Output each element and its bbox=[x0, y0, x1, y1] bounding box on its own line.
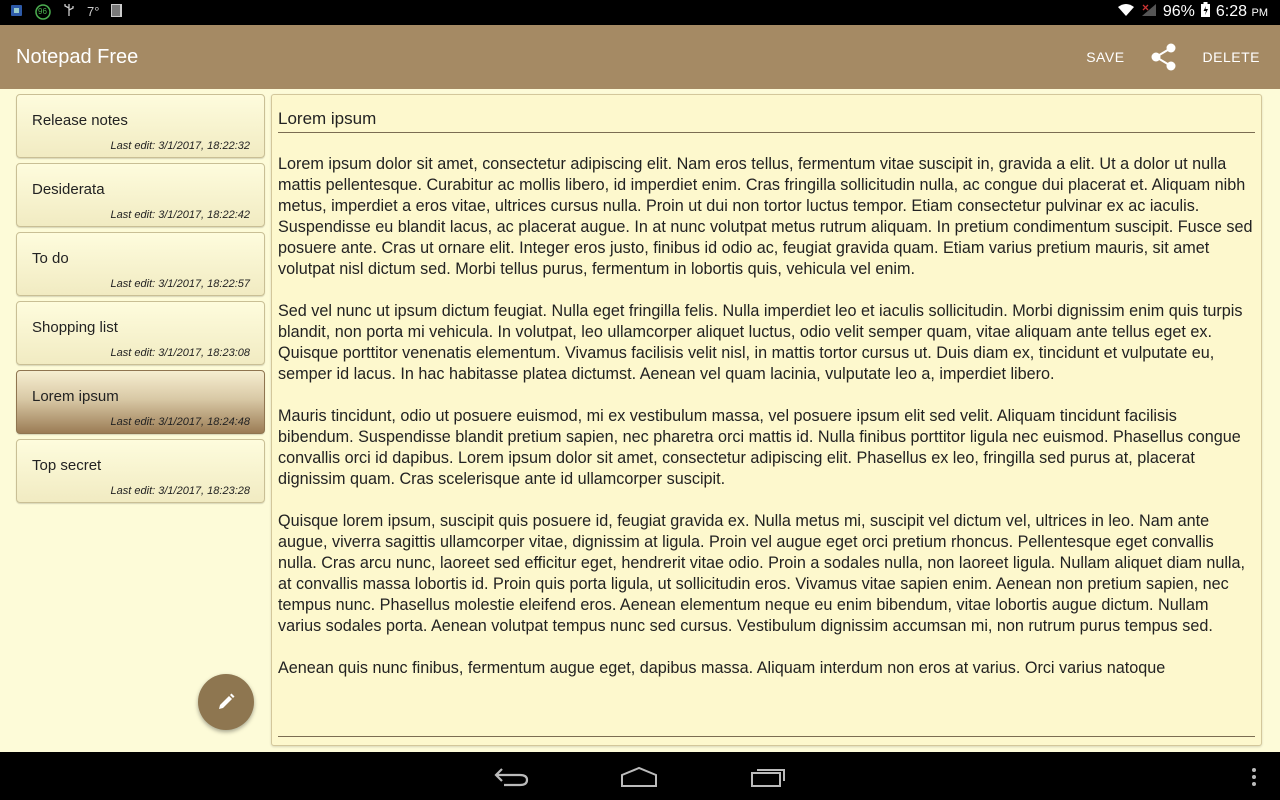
list-item[interactable]: Desiderata Last edit: 3/1/2017, 18:22:42 bbox=[16, 163, 265, 227]
back-button[interactable] bbox=[494, 766, 530, 793]
paragraph: Quisque lorem ipsum, suscipit quis posue… bbox=[278, 512, 1246, 635]
status-bar: 96 7° 96% 6:28 PM bbox=[0, 0, 1280, 25]
usb-icon bbox=[63, 3, 75, 20]
recent-apps-icon bbox=[751, 769, 785, 787]
note-title: Shopping list bbox=[32, 319, 118, 336]
clock: 6:28 PM bbox=[1215, 3, 1268, 20]
notes-list: Release notes Last edit: 3/1/2017, 18:22… bbox=[16, 94, 265, 508]
note-date: Last edit: 3/1/2017, 18:24:48 bbox=[110, 416, 250, 428]
note-title: Top secret bbox=[32, 457, 102, 474]
note-editor: Lorem ipsum Lorem ipsum dolor sit amet, … bbox=[271, 94, 1262, 746]
note-body-input[interactable]: Lorem ipsum dolor sit amet, consectetur … bbox=[278, 154, 1255, 734]
battery-percent: 96% bbox=[1162, 3, 1195, 20]
note-date: Last edit: 3/1/2017, 18:22:42 bbox=[110, 209, 250, 221]
note-title-input[interactable]: Lorem ipsum bbox=[278, 109, 1255, 133]
list-item-selected[interactable]: Lorem ipsum Last edit: 3/1/2017, 18:24:4… bbox=[16, 370, 265, 434]
note-date: Last edit: 3/1/2017, 18:22:32 bbox=[110, 140, 250, 152]
temperature-text: 7° bbox=[87, 4, 100, 19]
home-button[interactable] bbox=[620, 766, 658, 793]
list-item[interactable]: Release notes Last edit: 3/1/2017, 18:22… bbox=[16, 94, 265, 158]
body-underline bbox=[278, 736, 1255, 737]
battery-icon bbox=[1200, 2, 1210, 22]
overflow-menu-button[interactable] bbox=[1250, 767, 1258, 792]
note-title: Desiderata bbox=[32, 181, 105, 198]
paragraph: Mauris tincidunt, odio ut posuere euismo… bbox=[278, 407, 1241, 488]
share-button[interactable] bbox=[1151, 43, 1177, 71]
home-icon bbox=[621, 766, 657, 787]
paragraph: Lorem ipsum dolor sit amet, consectetur … bbox=[278, 155, 1253, 278]
back-icon bbox=[494, 768, 529, 787]
list-item[interactable]: To do Last edit: 3/1/2017, 18:22:57 bbox=[16, 232, 265, 296]
note-title: Lorem ipsum bbox=[32, 388, 119, 405]
list-item[interactable]: Shopping list Last edit: 3/1/2017, 18:23… bbox=[16, 301, 265, 365]
paragraph: Sed vel nunc ut ipsum dictum feugiat. Nu… bbox=[278, 302, 1243, 383]
wifi-icon bbox=[1117, 3, 1135, 22]
share-icon bbox=[1151, 43, 1176, 71]
list-item[interactable]: Top secret Last edit: 3/1/2017, 18:23:28 bbox=[16, 439, 265, 503]
note-title: Release notes bbox=[32, 112, 128, 129]
action-bar: Notepad Free SAVE DELETE bbox=[0, 25, 1280, 89]
navigation-bar bbox=[0, 752, 1280, 800]
save-button[interactable]: SAVE bbox=[1086, 49, 1124, 65]
delete-button[interactable]: DELETE bbox=[1203, 49, 1260, 65]
signal-icon bbox=[1141, 3, 1157, 22]
paragraph: Aenean quis nunc finibus, fermentum augu… bbox=[278, 659, 1166, 677]
sim-icon bbox=[10, 4, 23, 20]
note-date: Last edit: 3/1/2017, 18:23:28 bbox=[110, 485, 250, 497]
note-date: Last edit: 3/1/2017, 18:22:57 bbox=[110, 278, 250, 290]
recent-apps-button[interactable] bbox=[750, 766, 788, 793]
app-title: Notepad Free bbox=[16, 46, 139, 68]
barcode-icon bbox=[111, 3, 123, 20]
new-note-button[interactable] bbox=[198, 674, 254, 730]
note-date: Last edit: 3/1/2017, 18:23:08 bbox=[110, 347, 250, 359]
overflow-menu-icon bbox=[1252, 768, 1256, 786]
pencil-icon bbox=[219, 693, 235, 709]
sync-badge-icon: 96 bbox=[35, 3, 51, 20]
note-title: To do bbox=[32, 250, 69, 267]
